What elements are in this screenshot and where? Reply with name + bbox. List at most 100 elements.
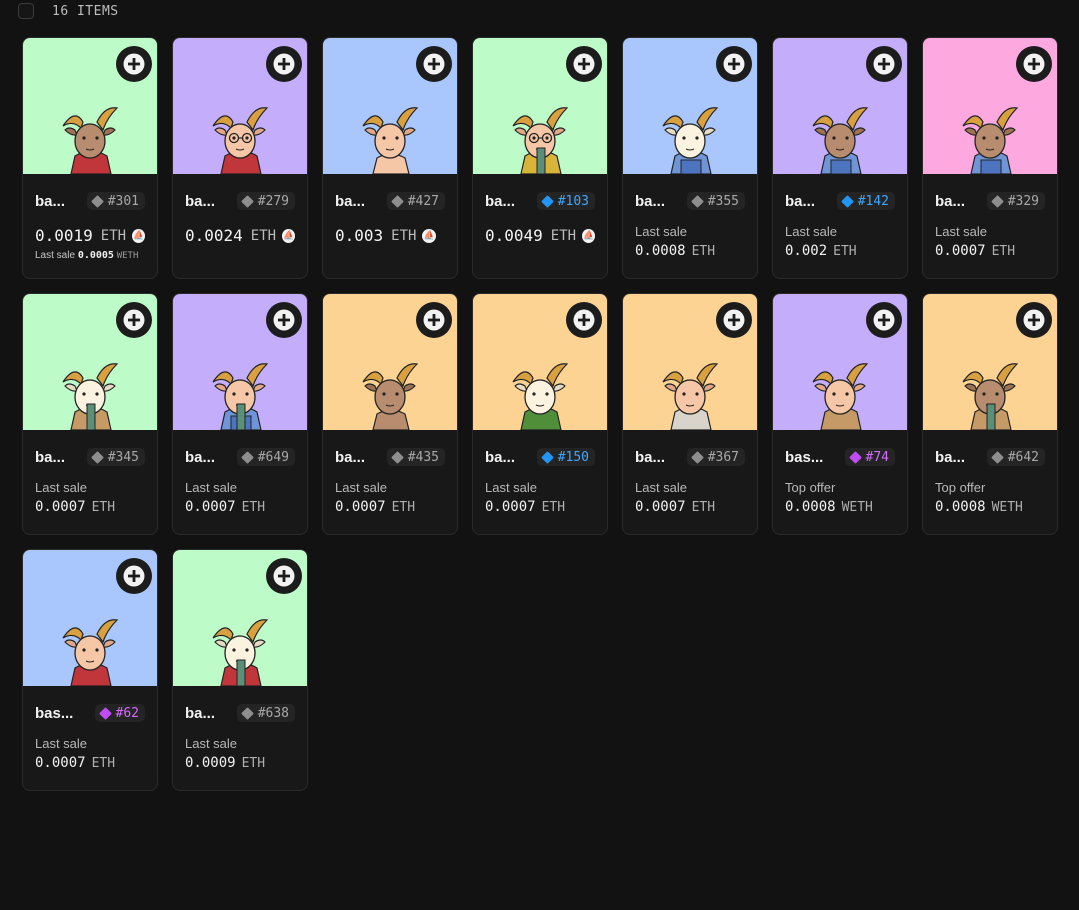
price-currency: ETH	[91, 756, 116, 771]
nft-image[interactable]	[773, 38, 907, 174]
item-card[interactable]: ba... #150 Last sale 0.0007 ETH	[472, 293, 608, 535]
add-to-cart-button[interactable]	[266, 46, 302, 82]
token-badge: #329	[986, 192, 1045, 210]
nft-image[interactable]	[23, 294, 157, 430]
add-to-cart-button[interactable]	[716, 46, 752, 82]
item-card[interactable]: ba... #345 Last sale 0.0007 ETH	[22, 293, 158, 535]
add-to-cart-button[interactable]	[266, 558, 302, 594]
nft-image[interactable]	[773, 294, 907, 430]
add-to-cart-button[interactable]	[566, 46, 602, 82]
nft-image[interactable]	[323, 38, 457, 174]
item-name[interactable]: ba...	[935, 193, 965, 210]
listing-price: 0.0049	[485, 226, 543, 245]
add-to-cart-button[interactable]	[116, 46, 152, 82]
select-all-checkbox[interactable]	[18, 3, 34, 19]
item-card[interactable]: ba... #301 0.0019 ETH ⛵ Last sale 0.0005…	[22, 37, 158, 279]
item-card[interactable]: ba... #642 Top offer 0.0008 WETH	[922, 293, 1058, 535]
item-name[interactable]: ba...	[185, 705, 215, 722]
item-name[interactable]: ba...	[335, 193, 365, 210]
price-label: Last sale	[335, 480, 388, 495]
price-label: Top offer	[935, 480, 986, 495]
plus-icon	[573, 53, 595, 75]
item-card[interactable]: ba... #638 Last sale 0.0009 ETH	[172, 549, 308, 791]
item-card[interactable]: ba... #427 0.003 ETH ⛵	[322, 37, 458, 279]
item-name[interactable]: ba...	[485, 193, 515, 210]
price-label: Last sale	[935, 224, 988, 239]
item-name[interactable]: ba...	[935, 449, 965, 466]
last-sale-currency: WETH	[116, 251, 139, 261]
token-id: #103	[557, 193, 589, 209]
item-card[interactable]: ba... #355 Last sale 0.0008 ETH	[622, 37, 758, 279]
item-card[interactable]: ba... #367 Last sale 0.0007 ETH	[622, 293, 758, 535]
add-to-cart-button[interactable]	[716, 302, 752, 338]
nft-image[interactable]	[173, 294, 307, 430]
nft-image[interactable]	[323, 294, 457, 430]
price-value: 0.0007	[935, 243, 986, 259]
add-to-cart-button[interactable]	[1016, 302, 1052, 338]
nft-image[interactable]	[923, 294, 1057, 430]
price-label: Last sale	[185, 480, 238, 495]
nft-image[interactable]	[173, 550, 307, 686]
grid-row: ba... #345 Last sale 0.0007 ETH ba... #6…	[22, 293, 1062, 535]
item-card[interactable]: ba... #329 Last sale 0.0007 ETH	[922, 37, 1058, 279]
item-grid: ba... #301 0.0019 ETH ⛵ Last sale 0.0005…	[22, 37, 1062, 805]
token-id: #301	[107, 193, 139, 209]
item-name[interactable]: bas...	[35, 705, 73, 722]
listing-currency: ETH	[550, 227, 577, 244]
item-name[interactable]: bas...	[785, 449, 823, 466]
item-card[interactable]: ba... #279 0.0024 ETH ⛵	[172, 37, 308, 279]
nft-image[interactable]	[473, 38, 607, 174]
item-name[interactable]: ba...	[35, 193, 65, 210]
token-id: #150	[557, 449, 589, 465]
price-currency: ETH	[91, 500, 116, 515]
nft-image[interactable]	[23, 550, 157, 686]
token-id: #329	[1007, 193, 1039, 209]
add-to-cart-button[interactable]	[266, 302, 302, 338]
item-name[interactable]: ba...	[35, 449, 65, 466]
add-to-cart-button[interactable]	[116, 558, 152, 594]
marketplace-icon: ⛵	[422, 228, 437, 243]
price-value: 0.0007	[185, 499, 236, 515]
nft-image[interactable]	[623, 294, 757, 430]
price-currency: ETH	[691, 244, 716, 259]
price-value: 0.0009	[185, 755, 236, 771]
item-name[interactable]: ba...	[185, 193, 215, 210]
item-card[interactable]: ba... #142 Last sale 0.002 ETH	[772, 37, 908, 279]
add-to-cart-button[interactable]	[866, 302, 902, 338]
add-to-cart-button[interactable]	[416, 46, 452, 82]
token-id: #642	[1007, 449, 1039, 465]
item-card[interactable]: ba... #435 Last sale 0.0007 ETH	[322, 293, 458, 535]
item-card[interactable]: ba... #649 Last sale 0.0007 ETH	[172, 293, 308, 535]
plus-icon	[273, 309, 295, 331]
token-id: #435	[407, 449, 439, 465]
item-card[interactable]: ba... #103 0.0049 ETH ⛵	[472, 37, 608, 279]
item-name[interactable]: ba...	[635, 449, 665, 466]
add-to-cart-button[interactable]	[566, 302, 602, 338]
item-name[interactable]: ba...	[785, 193, 815, 210]
add-to-cart-button[interactable]	[1016, 46, 1052, 82]
nft-image[interactable]	[173, 38, 307, 174]
item-name[interactable]: ba...	[485, 449, 515, 466]
rarity-diamond-icon	[848, 450, 862, 464]
token-badge: #435	[386, 448, 445, 466]
plus-icon	[723, 309, 745, 331]
rarity-diamond-icon	[90, 450, 104, 464]
add-to-cart-button[interactable]	[866, 46, 902, 82]
price-value: 0.0008	[935, 499, 986, 515]
nft-image[interactable]	[923, 38, 1057, 174]
item-name[interactable]: ba...	[185, 449, 215, 466]
item-name[interactable]: ba...	[335, 449, 365, 466]
grid-row: bas... #62 Last sale 0.0007 ETH ba... #6…	[22, 549, 1062, 791]
item-name[interactable]: ba...	[635, 193, 665, 210]
nft-image[interactable]	[23, 38, 157, 174]
price-value: 0.002	[785, 243, 828, 259]
item-card[interactable]: bas... #74 Top offer 0.0008 WETH	[772, 293, 908, 535]
add-to-cart-button[interactable]	[416, 302, 452, 338]
add-to-cart-button[interactable]	[116, 302, 152, 338]
nft-image[interactable]	[623, 38, 757, 174]
listing-price: 0.0024	[185, 226, 243, 245]
price-value: 0.0008	[635, 243, 686, 259]
item-card[interactable]: bas... #62 Last sale 0.0007 ETH	[22, 549, 158, 791]
token-badge: #355	[686, 192, 745, 210]
nft-image[interactable]	[473, 294, 607, 430]
